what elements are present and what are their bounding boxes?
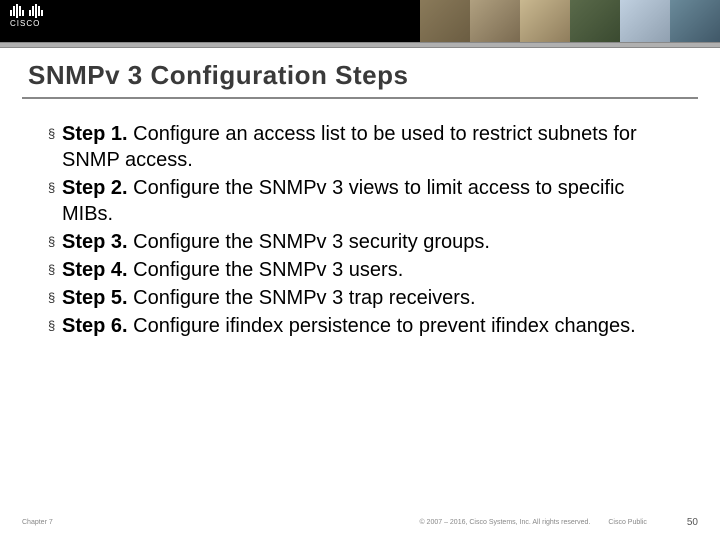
step-text: Step 4. Configure the SNMPv 3 users. [62, 257, 403, 283]
bullet-icon: § [48, 121, 62, 147]
top-bar: CISCO [0, 0, 720, 42]
bullet-icon: § [48, 229, 62, 255]
slide-title: SNMPv 3 Configuration Steps [0, 48, 720, 91]
bullet-icon: § [48, 175, 62, 201]
footer: Chapter 7 © 2007 – 2016, Cisco Systems, … [0, 517, 720, 528]
list-item: § Step 4. Configure the SNMPv 3 users. [48, 257, 680, 283]
slide: CISCO SNMPv 3 Configuration Steps § Step… [0, 0, 720, 540]
list-item: § Step 6. Configure ifindex persistence … [48, 313, 680, 339]
footer-public: Cisco Public [608, 519, 647, 526]
step-text: Step 1. Configure an access list to be u… [62, 121, 680, 173]
bullet-icon: § [48, 285, 62, 311]
bullet-icon: § [48, 257, 62, 283]
content-area: § Step 1. Configure an access list to be… [0, 99, 720, 339]
bullet-icon: § [48, 313, 62, 339]
list-item: § Step 5. Configure the SNMPv 3 trap rec… [48, 285, 680, 311]
header-photo-strip [420, 0, 720, 42]
cisco-logo-bars [10, 4, 43, 18]
step-text: Step 6. Configure ifindex persistence to… [62, 313, 636, 339]
footer-copyright: © 2007 – 2016, Cisco Systems, Inc. All r… [419, 519, 590, 526]
footer-chapter: Chapter 7 [22, 519, 53, 526]
step-text: Step 5. Configure the SNMPv 3 trap recei… [62, 285, 476, 311]
cisco-logo: CISCO [10, 4, 43, 28]
page-number: 50 [687, 517, 698, 528]
list-item: § Step 1. Configure an access list to be… [48, 121, 680, 173]
step-text: Step 2. Configure the SNMPv 3 views to l… [62, 175, 680, 227]
cisco-logo-text: CISCO [10, 19, 43, 28]
step-text: Step 3. Configure the SNMPv 3 security g… [62, 229, 490, 255]
list-item: § Step 2. Configure the SNMPv 3 views to… [48, 175, 680, 227]
list-item: § Step 3. Configure the SNMPv 3 security… [48, 229, 680, 255]
